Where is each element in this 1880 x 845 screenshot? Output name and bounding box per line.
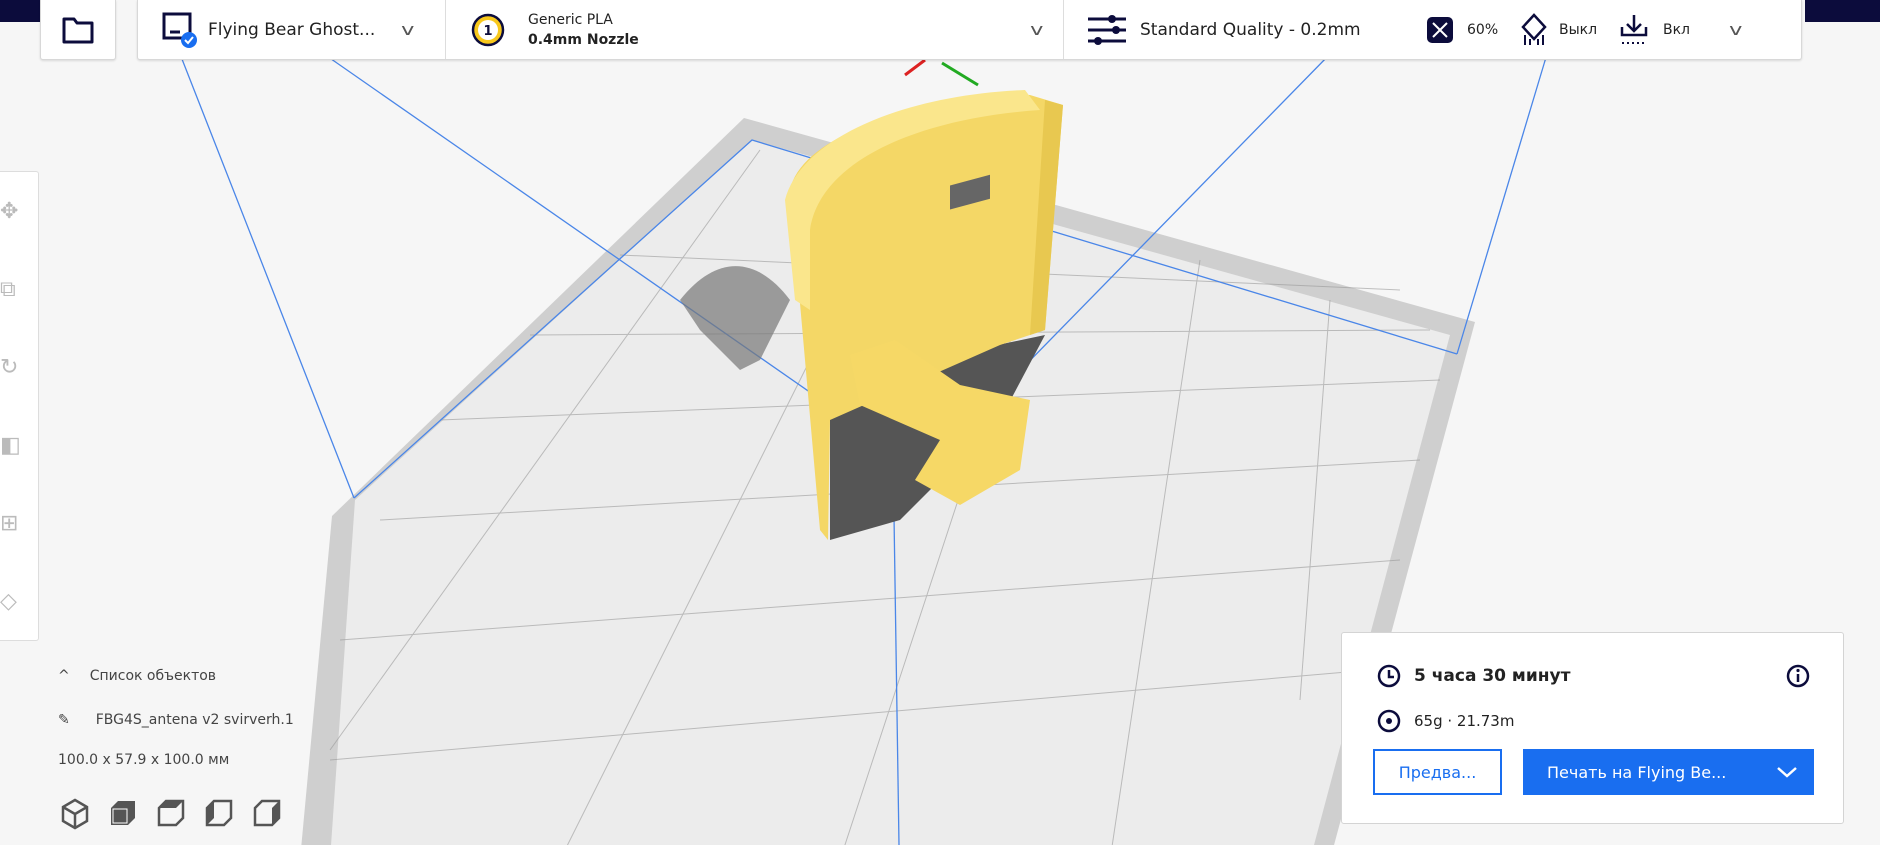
top-view-icon[interactable] <box>156 798 186 830</box>
adhesion-icon <box>1620 14 1648 44</box>
move-tool-icon[interactable]: ✥ <box>0 172 38 250</box>
support-blocker-icon[interactable]: ◇ <box>0 562 38 640</box>
right-view-icon[interactable] <box>252 798 282 830</box>
info-icon[interactable] <box>1785 663 1811 689</box>
material-name: Generic PLA <box>528 11 613 28</box>
object-name: FBG4S_antena v2 svirverh.1 <box>95 712 294 728</box>
chevron-down-icon: v <box>401 20 415 39</box>
print-settings-selector[interactable]: Standard Quality - 0.2mm 60% Выкл Вкл v <box>1064 0 1801 59</box>
3d-view-icon[interactable] <box>60 798 90 830</box>
profile-name: Standard Quality - 0.2mm <box>1140 19 1361 40</box>
main-toolbar: Flying Bear Ghost... v 1 Generic PLA 0.4… <box>137 0 1802 60</box>
support-icon <box>1521 12 1547 45</box>
folder-icon <box>62 17 94 43</box>
object-dimensions: 100.0 x 57.9 x 100.0 мм <box>58 752 230 768</box>
per-model-settings-icon[interactable]: ⊞ <box>0 484 38 562</box>
extruder-icon: 1 <box>471 13 505 46</box>
preview-button[interactable]: Предва... <box>1373 749 1502 795</box>
chevron-down-icon[interactable] <box>1776 765 1798 779</box>
settings-sliders-icon <box>1088 14 1126 45</box>
chevron-up-icon: ^ <box>58 668 70 684</box>
left-view-icon[interactable] <box>204 798 234 830</box>
support-value: Выкл <box>1559 21 1598 38</box>
rotate-tool-icon[interactable]: ↻ <box>0 328 38 406</box>
mirror-tool-icon[interactable]: ◧ <box>0 406 38 484</box>
object-name-row[interactable]: ✎ FBG4S_antena v2 svirverh.1 <box>58 712 294 728</box>
pencil-icon: ✎ <box>58 712 70 728</box>
chevron-down-icon: v <box>1029 20 1043 39</box>
svg-text:1: 1 <box>483 24 492 39</box>
print-summary-panel: 5 часа 30 минут 65g · 21.73m Предва... П… <box>1341 632 1844 824</box>
filament-spool-icon <box>1377 709 1401 733</box>
print-time: 5 часа 30 минут <box>1414 666 1571 686</box>
object-list-header: Список объектов <box>89 668 217 684</box>
nozzle-size: 0.4mm Nozzle <box>528 31 639 48</box>
clock-icon <box>1377 664 1401 688</box>
left-tool-panel: ✥ ⧉ ↻ ◧ ⊞ ◇ <box>0 171 39 641</box>
object-list-toggle[interactable]: ^ Список объектов <box>58 668 216 684</box>
front-view-icon[interactable] <box>108 798 138 830</box>
material-usage: 65g · 21.73m <box>1414 712 1515 730</box>
adhesion-value: Вкл <box>1663 21 1691 38</box>
infill-icon <box>1427 16 1453 43</box>
printer-name: Flying Bear Ghost... <box>208 19 376 40</box>
printer-connected-icon <box>162 12 197 48</box>
scale-tool-icon[interactable]: ⧉ <box>0 250 38 328</box>
chevron-down-icon: v <box>1729 20 1743 39</box>
open-file-button[interactable] <box>40 0 116 60</box>
print-button[interactable]: Печать на Flying Be... <box>1523 749 1814 795</box>
camera-view-buttons <box>60 798 282 830</box>
infill-value: 60% <box>1467 21 1499 38</box>
material-selector[interactable]: 1 Generic PLA 0.4mm Nozzle v <box>446 0 1063 59</box>
printer-selector[interactable]: Flying Bear Ghost... v <box>138 0 445 59</box>
print-button-label: Печать на Flying Be... <box>1547 762 1727 782</box>
